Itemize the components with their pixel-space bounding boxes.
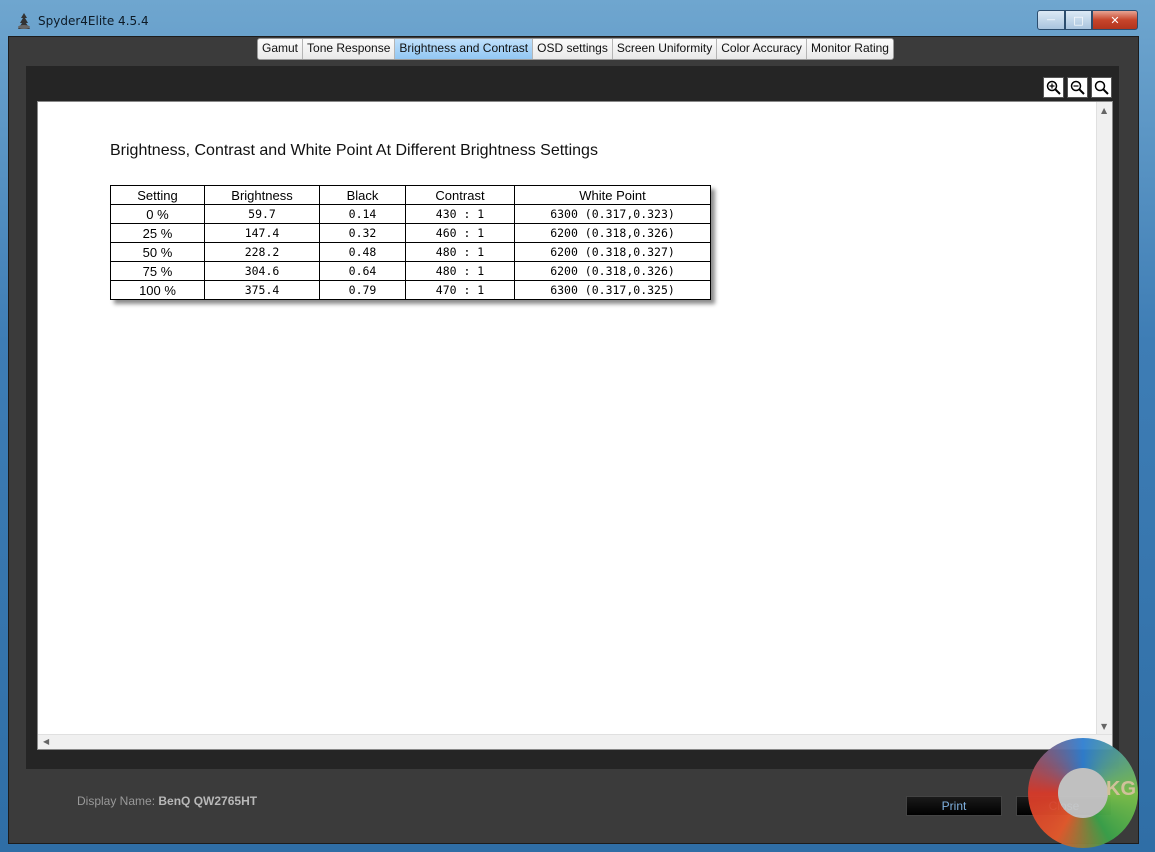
table-row: 0 % 59.7 0.14 430 : 1 6300 (0.317,0.323) <box>110 204 711 224</box>
table-row: 75 % 304.6 0.64 480 : 1 6200 (0.318,0.32… <box>110 261 711 281</box>
maximize-button[interactable]: □ <box>1065 10 1092 30</box>
table-header-row: Setting Brightness Black Contrast White … <box>110 185 711 205</box>
cell-black: 0.32 <box>319 223 406 243</box>
spyder-app-icon <box>18 13 30 29</box>
zoom-in-icon <box>1046 80 1061 95</box>
cell-white-point: 6300 (0.317,0.325) <box>514 280 711 300</box>
cell-white-point: 6200 (0.318,0.326) <box>514 261 711 281</box>
kg-watermark-logo: KG <box>1028 738 1138 848</box>
cell-contrast: 430 : 1 <box>405 204 515 224</box>
cell-black: 0.14 <box>319 204 406 224</box>
zoom-toolbar <box>1043 77 1112 98</box>
table-row: 25 % 147.4 0.32 460 : 1 6200 (0.318,0.32… <box>110 223 711 243</box>
table-row: 50 % 228.2 0.48 480 : 1 6200 (0.318,0.32… <box>110 242 711 262</box>
results-table: Setting Brightness Black Contrast White … <box>110 185 711 300</box>
tab-monitor-rating[interactable]: Monitor Rating <box>806 39 893 59</box>
minimize-icon: — <box>1046 15 1056 25</box>
logo-center <box>1058 768 1108 818</box>
scroll-up-icon[interactable]: ▲ <box>1101 106 1107 115</box>
display-name-label: Display Name: <box>77 794 156 808</box>
cell-brightness: 304.6 <box>204 261 320 281</box>
tab-gamut[interactable]: Gamut <box>258 39 304 59</box>
col-header-white-point: White Point <box>514 185 711 205</box>
cell-brightness: 375.4 <box>204 280 320 300</box>
col-header-contrast: Contrast <box>405 185 515 205</box>
window-controls: — □ ✕ <box>1037 10 1138 30</box>
cell-brightness: 228.2 <box>204 242 320 262</box>
report-page: Brightness, Contrast and White Point At … <box>37 101 1113 750</box>
cell-contrast: 470 : 1 <box>405 280 515 300</box>
tab-screen-uniformity[interactable]: Screen Uniformity <box>612 39 718 59</box>
cell-black: 0.64 <box>319 261 406 281</box>
cell-contrast: 460 : 1 <box>405 223 515 243</box>
cell-white-point: 6200 (0.318,0.327) <box>514 242 711 262</box>
tab-brightness-and-contrast[interactable]: Brightness and Contrast <box>395 39 534 59</box>
display-name-info: Display Name: BenQ QW2765HT <box>77 794 257 808</box>
zoom-fit-icon <box>1094 80 1109 95</box>
minimize-button[interactable]: — <box>1037 10 1065 30</box>
scroll-down-icon[interactable]: ▼ <box>1101 722 1107 731</box>
window-title: Spyder4Elite 4.5.4 <box>38 14 149 28</box>
horizontal-scrollbar[interactable]: ◀ <box>38 734 1112 749</box>
cell-brightness: 147.4 <box>204 223 320 243</box>
cell-setting: 50 % <box>110 242 205 262</box>
tab-osd-settings[interactable]: OSD settings <box>533 39 613 59</box>
cell-white-point: 6300 (0.317,0.323) <box>514 204 711 224</box>
tab-bar: Gamut Tone Response Brightness and Contr… <box>257 38 894 60</box>
cell-setting: 100 % <box>110 280 205 300</box>
display-name-value: BenQ QW2765HT <box>158 794 258 808</box>
table-row: 100 % 375.4 0.79 470 : 1 6300 (0.317,0.3… <box>110 280 711 300</box>
zoom-out-icon <box>1070 80 1085 95</box>
zoom-in-button[interactable] <box>1043 77 1064 98</box>
tab-tone-response[interactable]: Tone Response <box>303 39 396 59</box>
scroll-left-icon[interactable]: ◀ <box>43 737 49 746</box>
cell-white-point: 6200 (0.318,0.326) <box>514 223 711 243</box>
zoom-out-button[interactable] <box>1067 77 1088 98</box>
cell-black: 0.79 <box>319 280 406 300</box>
cell-setting: 75 % <box>110 261 205 281</box>
cell-black: 0.48 <box>319 242 406 262</box>
maximize-icon: □ <box>1073 13 1084 27</box>
print-button[interactable]: Print <box>906 796 1002 816</box>
cell-contrast: 480 : 1 <box>405 261 515 281</box>
zoom-fit-button[interactable] <box>1091 77 1112 98</box>
close-icon: ✕ <box>1110 13 1120 27</box>
cell-setting: 0 % <box>110 204 205 224</box>
cell-setting: 25 % <box>110 223 205 243</box>
tab-color-accuracy[interactable]: Color Accuracy <box>717 39 807 59</box>
close-window-button[interactable]: ✕ <box>1092 10 1138 30</box>
col-header-black: Black <box>319 185 406 205</box>
title-bar[interactable]: Spyder4Elite 4.5.4 — □ ✕ <box>0 0 1155 36</box>
logo-text: KG <box>1106 778 1136 800</box>
app-window: Spyder4Elite 4.5.4 — □ ✕ Gamut Tone Resp… <box>0 0 1155 852</box>
report-title: Brightness, Contrast and White Point At … <box>110 142 598 159</box>
results-table-container: Setting Brightness Black Contrast White … <box>110 185 711 300</box>
vertical-scrollbar[interactable]: ▲ ▼ <box>1096 102 1112 735</box>
cell-brightness: 59.7 <box>204 204 320 224</box>
col-header-setting: Setting <box>110 185 205 205</box>
cell-contrast: 480 : 1 <box>405 242 515 262</box>
col-header-brightness: Brightness <box>204 185 320 205</box>
